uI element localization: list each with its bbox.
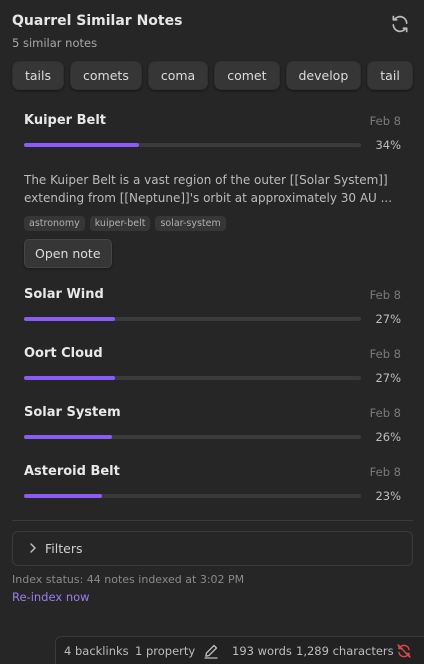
index-status: Index status: 44 notes indexed at 3:02 P… [12,573,245,586]
filters-label: Filters [45,541,83,556]
similarity-fill [24,494,102,498]
tag-chip[interactable]: comets [70,61,142,90]
similar-notes-panel: Quarrel Similar Notes 5 similar notes ta… [0,0,424,664]
note-date: Feb 8 [369,288,401,302]
note-date: Feb 8 [369,114,401,128]
similarity-percent: 27% [375,312,401,326]
similarity-track [24,143,361,147]
tag-chip[interactable]: develop [285,61,362,90]
pencil-icon[interactable] [203,643,219,659]
similarity-percent: 26% [375,430,401,444]
similarity-bar: 23% [24,488,401,504]
similar-notes-list: Kuiper Belt Feb 8 34% The Kuiper Belt is… [24,112,401,504]
similarity-bar: 27% [24,370,401,386]
note-item[interactable]: Kuiper Belt Feb 8 34% The Kuiper Belt is… [24,112,401,268]
word-count: 193 words [232,644,292,658]
tag-chip[interactable]: comet [214,61,280,90]
refresh-icon[interactable] [390,14,410,34]
note-item[interactable]: Solar Wind Feb 8 27% [24,286,401,327]
note-item[interactable]: Oort Cloud Feb 8 27% [24,345,401,386]
similarity-fill [24,435,112,439]
similarity-bar: 27% [24,311,401,327]
note-title[interactable]: Solar System [24,404,401,422]
divider [12,520,413,521]
note-title[interactable]: Solar Wind [24,286,401,304]
similarity-percent: 23% [375,489,401,503]
chevron-right-icon [30,543,36,553]
similarity-fill [24,143,139,147]
note-title[interactable]: Kuiper Belt [24,112,401,130]
similarity-percent: 34% [375,138,401,152]
note-date: Feb 8 [369,406,401,420]
backlinks-count[interactable]: 4 backlinks [64,643,129,659]
tag-chip[interactable]: coma [147,61,209,90]
similarity-track [24,376,361,380]
similarity-track [24,317,361,321]
properties-count[interactable]: 1 property [135,643,195,659]
note-date: Feb 8 [369,347,401,361]
note-tag[interactable]: astronomy [24,216,85,231]
note-tag[interactable]: solar-system [155,216,226,231]
note-title[interactable]: Oort Cloud [24,345,401,363]
tag-chip[interactable]: tails [12,61,65,90]
note-tag[interactable]: kuiper-belt [89,216,151,231]
similarity-track [24,435,361,439]
tag-chip[interactable]: tail [367,61,413,90]
panel-subtitle: 5 similar notes [12,36,98,50]
note-title[interactable]: Asteroid Belt [24,463,401,481]
similarity-fill [24,376,115,380]
similarity-fill [24,317,115,321]
similarity-percent: 27% [375,371,401,385]
note-item[interactable]: Asteroid Belt Feb 8 23% [24,463,401,504]
sync-off-icon[interactable] [396,643,412,659]
open-note-button[interactable]: Open note [24,239,112,268]
similarity-bar: 34% [24,137,401,153]
similarity-bar: 26% [24,429,401,445]
character-count: 1,289 characters [296,644,394,658]
panel-title: Quarrel Similar Notes [12,13,183,29]
note-item[interactable]: Solar System Feb 8 26% [24,404,401,445]
panel-header: Quarrel Similar Notes 5 similar notes [12,12,412,52]
note-excerpt: The Kuiper Belt is a vast region of the … [24,173,393,205]
status-bar: 4 backlinks 1 property 193 words 1,289 c… [55,636,424,664]
note-tags: astronomy kuiper-belt solar-system [24,216,401,231]
note-date: Feb 8 [369,465,401,479]
filters-toggle[interactable]: Filters [12,531,413,566]
reindex-link[interactable]: Re-index now [12,590,90,604]
keyword-tags: tails comets coma comet develop tail [12,61,413,90]
similarity-track [24,494,361,498]
